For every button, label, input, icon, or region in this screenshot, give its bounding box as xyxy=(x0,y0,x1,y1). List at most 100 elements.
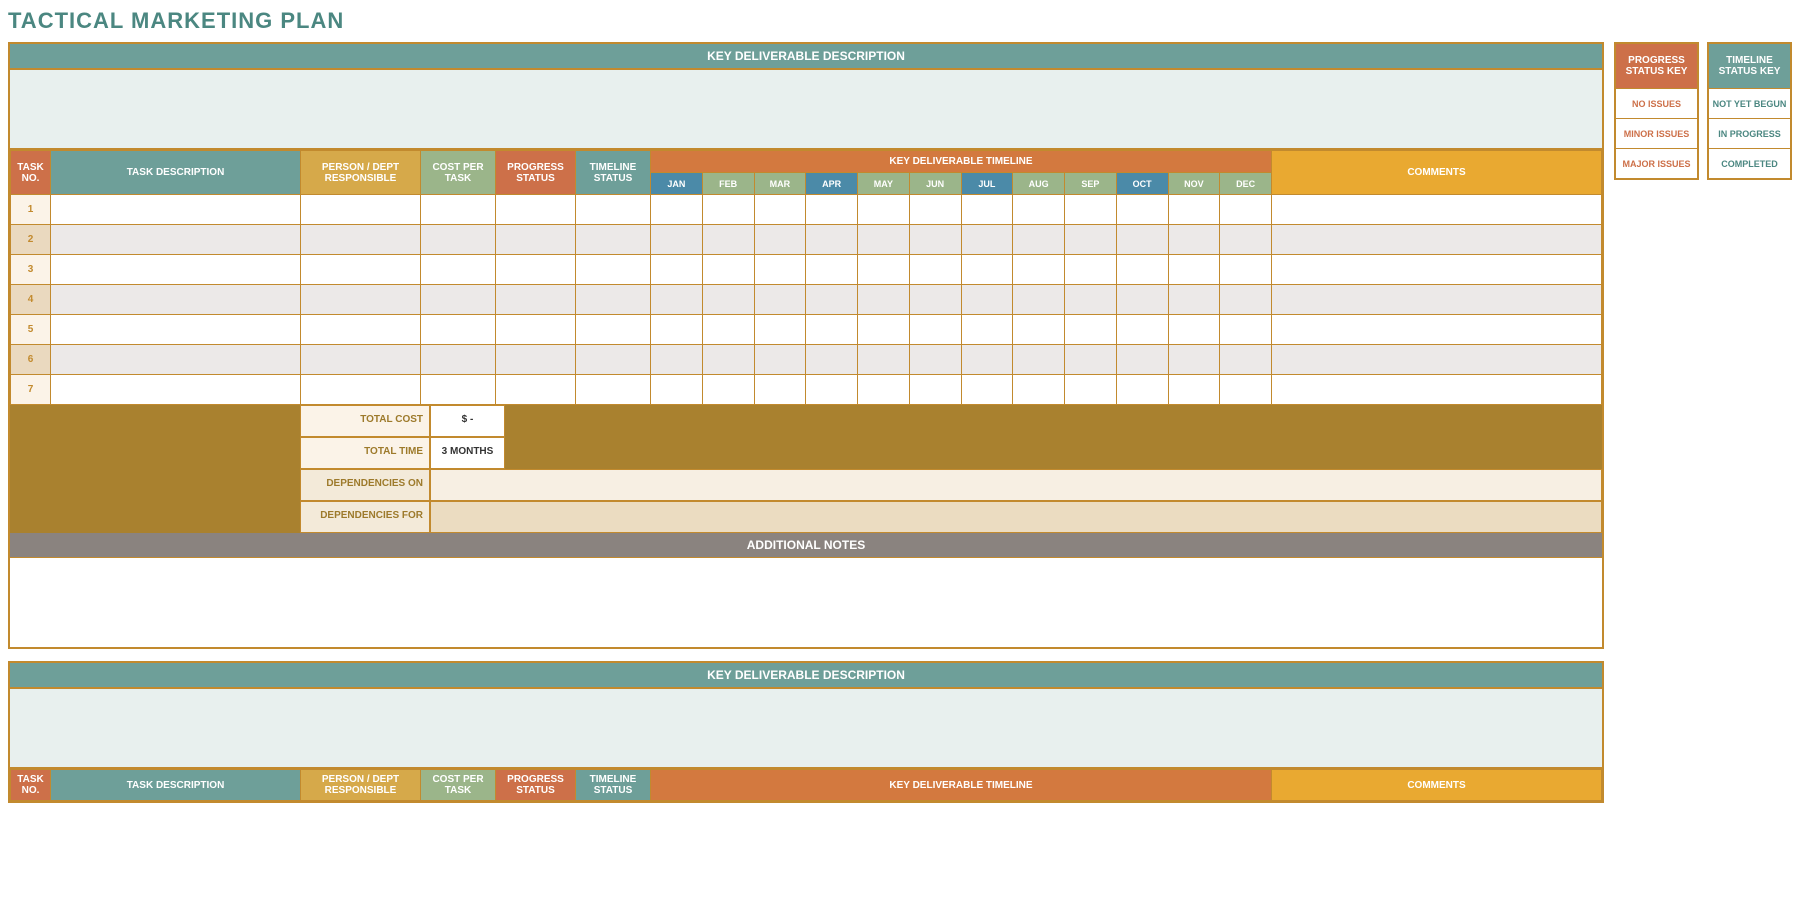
task-cell[interactable] xyxy=(1272,225,1602,255)
task-cell[interactable] xyxy=(1065,315,1117,345)
task-cell[interactable] xyxy=(1116,225,1168,255)
dependencies-for-value[interactable] xyxy=(430,501,1602,533)
task-cell[interactable] xyxy=(1013,315,1065,345)
task-cell[interactable] xyxy=(1168,285,1220,315)
task-cell[interactable] xyxy=(1116,285,1168,315)
task-cell[interactable] xyxy=(1065,285,1117,315)
task-cell[interactable] xyxy=(1272,345,1602,375)
task-cell[interactable] xyxy=(858,195,910,225)
task-cell[interactable] xyxy=(651,285,703,315)
task-cell[interactable] xyxy=(1013,375,1065,405)
task-cell[interactable] xyxy=(421,225,496,255)
task-cell[interactable] xyxy=(858,345,910,375)
task-cell[interactable] xyxy=(1013,195,1065,225)
task-cell[interactable] xyxy=(1168,195,1220,225)
task-cell[interactable] xyxy=(1013,255,1065,285)
task-cell[interactable] xyxy=(301,345,421,375)
task-cell[interactable] xyxy=(858,375,910,405)
task-cell[interactable] xyxy=(806,195,858,225)
task-cell[interactable] xyxy=(576,285,651,315)
task-cell[interactable] xyxy=(702,285,754,315)
task-cell[interactable] xyxy=(909,315,961,345)
task-cell[interactable] xyxy=(806,345,858,375)
task-cell[interactable] xyxy=(1272,315,1602,345)
task-cell[interactable] xyxy=(858,255,910,285)
task-cell[interactable] xyxy=(754,195,806,225)
task-cell[interactable] xyxy=(1065,345,1117,375)
dependencies-on-value[interactable] xyxy=(430,469,1602,501)
task-cell[interactable] xyxy=(806,285,858,315)
task-cell[interactable] xyxy=(51,315,301,345)
task-cell[interactable] xyxy=(961,285,1013,315)
task-cell[interactable] xyxy=(51,285,301,315)
task-cell[interactable] xyxy=(496,225,576,255)
task-cell[interactable] xyxy=(496,315,576,345)
task-cell[interactable] xyxy=(651,225,703,255)
task-cell[interactable] xyxy=(1065,195,1117,225)
task-cell[interactable] xyxy=(1220,225,1272,255)
task-cell[interactable] xyxy=(858,315,910,345)
task-cell[interactable] xyxy=(754,285,806,315)
task-cell[interactable] xyxy=(1272,255,1602,285)
key-deliverable-desc-area[interactable] xyxy=(10,70,1602,150)
task-cell[interactable] xyxy=(1168,315,1220,345)
task-cell[interactable] xyxy=(576,195,651,225)
task-cell[interactable] xyxy=(754,255,806,285)
task-cell[interactable] xyxy=(909,345,961,375)
task-cell[interactable] xyxy=(1220,285,1272,315)
task-cell[interactable] xyxy=(301,285,421,315)
task-cell[interactable] xyxy=(1065,225,1117,255)
task-cell[interactable] xyxy=(909,285,961,315)
task-cell[interactable] xyxy=(651,375,703,405)
task-cell[interactable] xyxy=(421,195,496,225)
task-cell[interactable] xyxy=(576,375,651,405)
task-cell[interactable] xyxy=(754,345,806,375)
task-cell[interactable] xyxy=(909,195,961,225)
task-cell[interactable] xyxy=(1116,195,1168,225)
task-cell[interactable] xyxy=(702,255,754,285)
task-cell[interactable] xyxy=(806,375,858,405)
task-cell[interactable] xyxy=(576,225,651,255)
task-cell[interactable] xyxy=(1116,345,1168,375)
task-cell[interactable] xyxy=(702,315,754,345)
task-cell[interactable] xyxy=(301,195,421,225)
task-cell[interactable] xyxy=(754,315,806,345)
task-cell[interactable] xyxy=(1220,315,1272,345)
task-cell[interactable] xyxy=(806,225,858,255)
task-cell[interactable] xyxy=(754,375,806,405)
task-cell[interactable] xyxy=(858,225,910,255)
task-cell[interactable] xyxy=(576,255,651,285)
task-cell[interactable] xyxy=(1220,195,1272,225)
task-cell[interactable] xyxy=(1220,375,1272,405)
key-deliverable-desc-area-2[interactable] xyxy=(10,689,1602,769)
task-cell[interactable] xyxy=(301,225,421,255)
task-cell[interactable] xyxy=(1220,255,1272,285)
task-cell[interactable] xyxy=(496,345,576,375)
task-cell[interactable] xyxy=(51,375,301,405)
task-cell[interactable] xyxy=(909,255,961,285)
task-cell[interactable] xyxy=(51,195,301,225)
task-cell[interactable] xyxy=(421,315,496,345)
task-cell[interactable] xyxy=(576,345,651,375)
task-cell[interactable] xyxy=(1116,315,1168,345)
task-cell[interactable] xyxy=(496,285,576,315)
additional-notes-area[interactable] xyxy=(10,557,1602,647)
task-cell[interactable] xyxy=(651,195,703,225)
task-cell[interactable] xyxy=(702,375,754,405)
task-cell[interactable] xyxy=(961,255,1013,285)
task-cell[interactable] xyxy=(1220,345,1272,375)
task-cell[interactable] xyxy=(909,375,961,405)
task-cell[interactable] xyxy=(421,285,496,315)
task-cell[interactable] xyxy=(806,315,858,345)
task-cell[interactable] xyxy=(1272,195,1602,225)
task-cell[interactable] xyxy=(961,315,1013,345)
task-cell[interactable] xyxy=(1013,285,1065,315)
task-cell[interactable] xyxy=(651,345,703,375)
task-cell[interactable] xyxy=(651,255,703,285)
task-cell[interactable] xyxy=(961,345,1013,375)
task-cell[interactable] xyxy=(421,375,496,405)
task-cell[interactable] xyxy=(651,315,703,345)
task-cell[interactable] xyxy=(421,255,496,285)
task-cell[interactable] xyxy=(301,375,421,405)
task-cell[interactable] xyxy=(702,225,754,255)
